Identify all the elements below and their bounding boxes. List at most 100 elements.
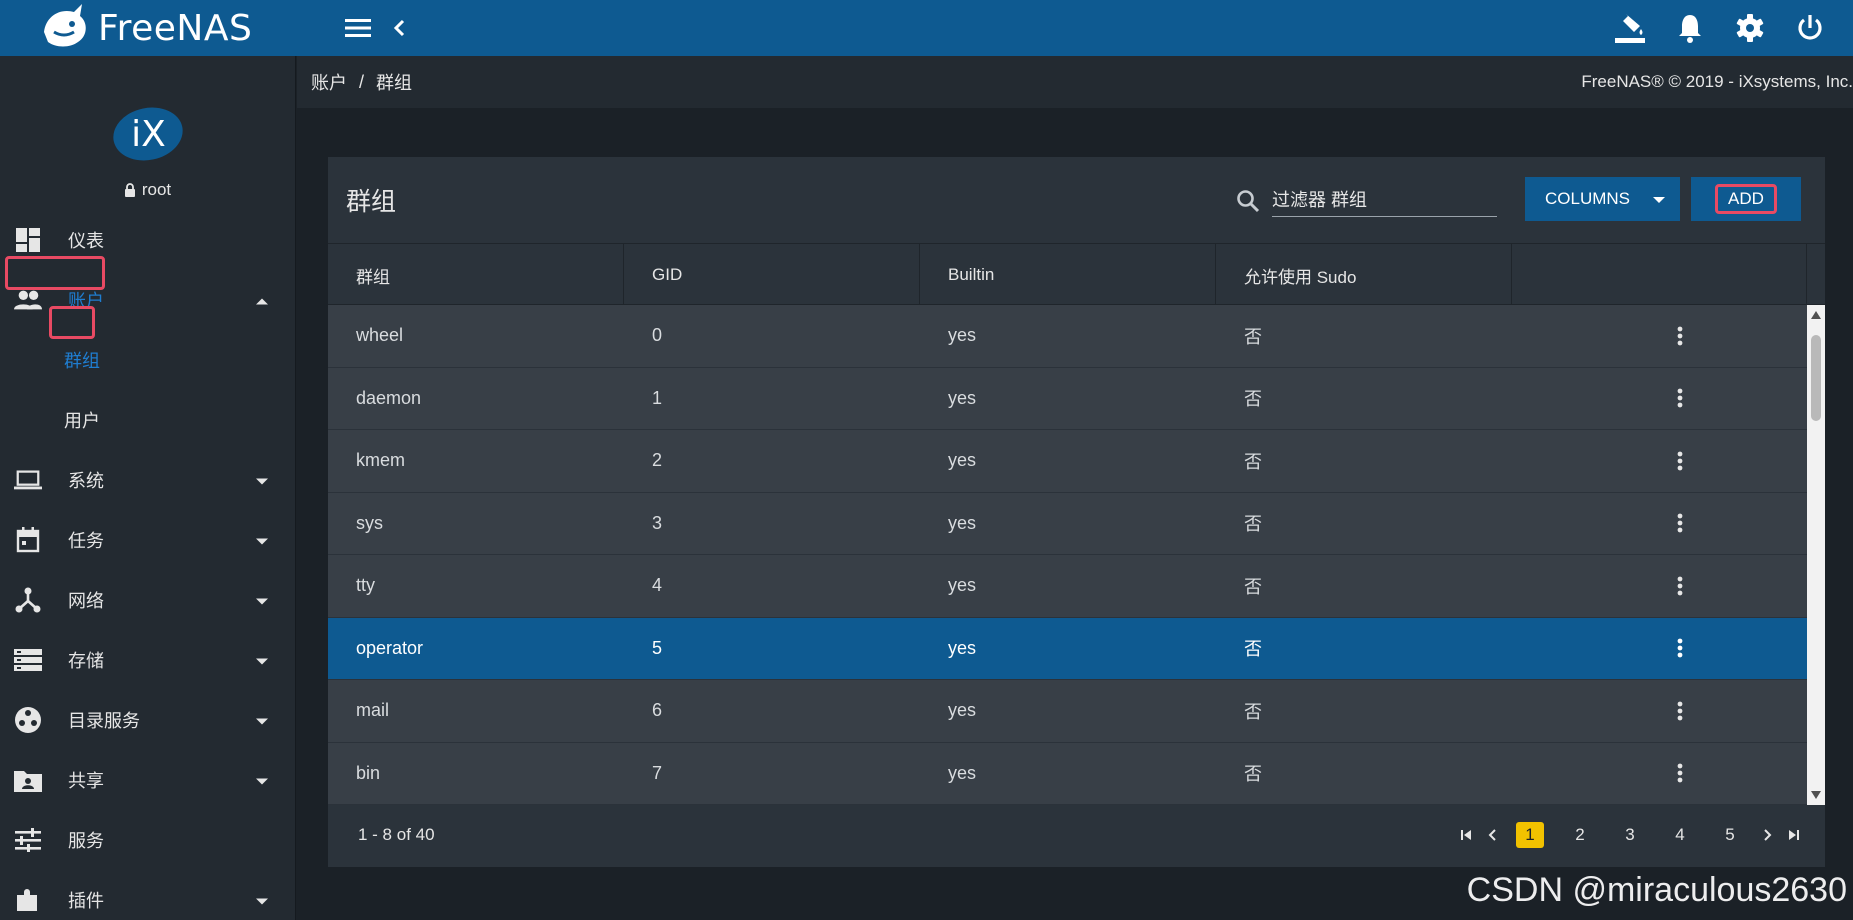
add-button[interactable]: ADD — [1691, 177, 1801, 221]
sidebar-item-label: 服务 — [68, 831, 104, 851]
column-header-builtin[interactable]: Builtin — [920, 244, 1216, 306]
sidebar-item-directory-services[interactable]: 目录服务 — [0, 690, 295, 750]
sidebar-item-label: 共享 — [68, 771, 104, 791]
table-row[interactable]: bin 7 yes 否 — [328, 742, 1825, 805]
table-row[interactable]: daemon 1 yes 否 — [328, 367, 1825, 430]
sidebar-item-services[interactable]: 服务 — [0, 810, 295, 870]
cell-gid: 7 — [652, 762, 663, 783]
last-page-icon[interactable] — [1783, 824, 1805, 846]
filter-box — [1236, 185, 1497, 217]
table-row[interactable]: wheel 0 yes 否 — [328, 305, 1825, 368]
sidebar-subitem-users[interactable]: 用户 — [0, 390, 295, 450]
table-row[interactable]: mail 6 yes 否 — [328, 680, 1825, 743]
scroll-up-icon[interactable] — [1811, 311, 1821, 319]
more-vert-icon[interactable] — [1668, 761, 1692, 785]
scrollbar-thumb[interactable] — [1811, 335, 1821, 421]
cell-gid: 0 — [652, 325, 663, 346]
card-header: 群组 COLUMNS ADD — [328, 157, 1825, 243]
directory-icon — [14, 706, 42, 734]
people-icon — [14, 286, 42, 314]
more-vert-icon[interactable] — [1668, 636, 1692, 660]
cell-gid: 3 — [652, 512, 663, 533]
dashboard-icon — [14, 226, 42, 254]
more-vert-icon[interactable] — [1668, 449, 1692, 473]
sidebar-subitem-groups[interactable]: 群组 — [0, 330, 295, 390]
more-vert-icon[interactable] — [1668, 699, 1692, 723]
cell-builtin: yes — [948, 512, 977, 533]
columns-button[interactable]: COLUMNS — [1525, 177, 1680, 221]
copyright-text: FreeNAS® © 2019 - iXsystems, Inc. — [1581, 72, 1853, 91]
paginator: 1 2 3 4 5 — [1455, 805, 1805, 865]
top-bar: FreeNAS — [0, 0, 1853, 56]
table-row[interactable]: tty 4 yes 否 — [328, 555, 1825, 618]
chevron-down-icon — [255, 590, 269, 611]
cell-group: sys — [356, 512, 383, 533]
chevron-down-icon — [255, 650, 269, 671]
page-number-3[interactable]: 3 — [1607, 821, 1653, 849]
column-header-gid[interactable]: GID — [624, 244, 920, 306]
collapse-sidebar-button[interactable] — [384, 0, 414, 56]
next-page-icon[interactable] — [1757, 824, 1779, 846]
cell-builtin: yes — [948, 325, 977, 346]
sliders-icon — [14, 826, 42, 854]
table-row-selected[interactable]: operator 5 yes 否 — [328, 617, 1825, 680]
table-body: wheel 0 yes 否 daemon 1 yes 否 kmem 2 yes … — [328, 305, 1825, 805]
range-label: 1 - 8 of 40 — [358, 825, 435, 844]
sidebar: iX root 仪表 账户 群组 用户 系统 任务 网络 存储 目录服务 共享 … — [0, 56, 296, 920]
paint-bucket-icon — [1615, 14, 1645, 43]
cell-builtin: yes — [948, 575, 977, 596]
sidebar-item-tasks[interactable]: 任务 — [0, 510, 295, 570]
chevron-down-icon — [255, 770, 269, 791]
page-number-2[interactable]: 2 — [1557, 821, 1603, 849]
cell-group: operator — [356, 637, 424, 658]
search-icon — [1237, 190, 1260, 213]
page-number-5[interactable]: 5 — [1707, 821, 1753, 849]
table-row[interactable]: sys 3 yes 否 — [328, 492, 1825, 555]
more-vert-icon[interactable] — [1668, 324, 1692, 348]
sidebar-item-dashboard[interactable]: 仪表 — [0, 210, 295, 270]
previous-page-icon[interactable] — [1481, 824, 1503, 846]
more-vert-icon[interactable] — [1668, 574, 1692, 598]
menu-icon — [345, 19, 371, 37]
cell-sudo: 否 — [1244, 639, 1262, 660]
chevron-down-icon — [255, 890, 269, 911]
cell-group: daemon — [356, 387, 422, 408]
first-page-icon[interactable] — [1455, 824, 1477, 846]
watermark: CSDN @miraculous2630 — [1466, 871, 1847, 909]
chevron-up-icon — [255, 290, 269, 311]
power-button[interactable] — [1783, 0, 1837, 56]
sidebar-item-sharing[interactable]: 共享 — [0, 750, 295, 810]
table-footer: 1 - 8 of 40 1 2 3 4 5 — [328, 805, 1825, 865]
freenas-logo[interactable]: FreeNAS — [0, 0, 296, 56]
current-user[interactable]: root — [124, 180, 171, 200]
scroll-down-icon[interactable] — [1811, 791, 1821, 799]
sidebar-item-system[interactable]: 系统 — [0, 450, 295, 510]
table-scrollbar[interactable] — [1807, 305, 1825, 805]
sidebar-item-label: 网络 — [68, 591, 104, 611]
breadcrumb-parent[interactable]: 账户 — [311, 69, 347, 95]
sidebar-item-accounts[interactable]: 账户 — [0, 270, 295, 330]
cell-group: mail — [356, 700, 390, 721]
notifications-button[interactable] — [1663, 0, 1717, 56]
sidebar-item-storage[interactable]: 存储 — [0, 630, 295, 690]
chevron-down-icon — [255, 530, 269, 551]
cell-sudo: 否 — [1244, 326, 1262, 347]
power-icon — [1798, 15, 1822, 40]
cell-builtin: yes — [948, 762, 977, 783]
menu-toggle-button[interactable] — [332, 0, 384, 56]
cell-gid: 4 — [652, 575, 663, 596]
column-header-sudo[interactable]: 允许使用 Sudo — [1216, 244, 1512, 306]
column-header-group[interactable]: 群组 — [328, 244, 624, 306]
settings-button[interactable] — [1723, 0, 1777, 56]
groups-card: 群组 COLUMNS ADD 群组 GID Builtin 允许使用 Sudo … — [328, 157, 1825, 867]
sidebar-item-network[interactable]: 网络 — [0, 570, 295, 630]
filter-input[interactable] — [1272, 185, 1497, 217]
sidebar-item-plugins[interactable]: 插件 — [0, 870, 295, 920]
theme-button[interactable] — [1603, 0, 1657, 56]
page-number-4[interactable]: 4 — [1657, 821, 1703, 849]
sidebar-item-label: 插件 — [68, 891, 104, 911]
table-row[interactable]: kmem 2 yes 否 — [328, 430, 1825, 493]
more-vert-icon[interactable] — [1668, 386, 1692, 410]
more-vert-icon[interactable] — [1668, 511, 1692, 535]
page-number-1[interactable]: 1 — [1507, 821, 1553, 849]
